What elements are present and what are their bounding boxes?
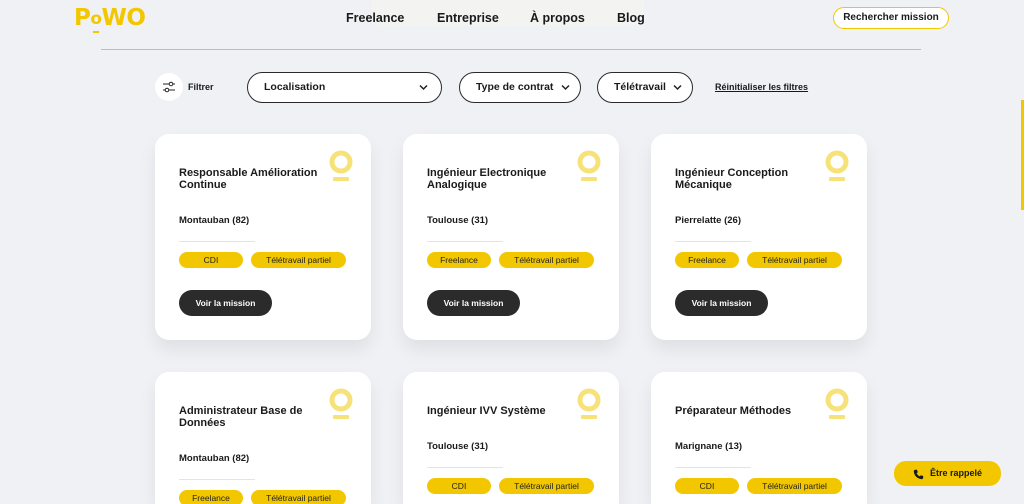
sliders-icon: [163, 81, 175, 93]
job-location: Toulouse (31): [427, 441, 489, 452]
job-tags: CDI Télétravail partiel: [427, 478, 594, 494]
job-tags: Freelance Télétravail partiel: [179, 490, 346, 504]
nav-blog[interactable]: Blog: [617, 11, 645, 25]
job-title: Ingénieur Electronique Analogique: [427, 167, 547, 191]
job-tags: CDI Télétravail partiel: [179, 252, 346, 268]
nav-a-propos[interactable]: À propos: [530, 11, 585, 25]
job-card[interactable]: Ingénieur IVV Système Toulouse (31) CDI …: [403, 372, 619, 504]
remote-badge: Télétravail partiel: [251, 252, 346, 268]
location-select[interactable]: Localisation: [247, 72, 442, 103]
remote-badge: Télétravail partiel: [499, 252, 594, 268]
remote-select[interactable]: Télétravail: [597, 72, 693, 103]
filter-toggle-button[interactable]: [155, 73, 183, 101]
powo-o-icon: [825, 150, 849, 181]
contract-badge: CDI: [675, 478, 739, 494]
card-divider: [179, 241, 255, 242]
reset-filters-link[interactable]: Réinitialiser les filtres: [715, 82, 808, 92]
powo-o-icon: [329, 388, 353, 419]
job-title: Responsable Amélioration Continue: [179, 167, 318, 191]
view-mission-button[interactable]: Voir la mission: [427, 290, 520, 316]
job-tags: Freelance Télétravail partiel: [675, 252, 842, 268]
search-mission-button[interactable]: Rechercher mission: [833, 7, 949, 29]
contract-badge: CDI: [427, 478, 491, 494]
powo-o-icon: [577, 150, 601, 181]
call-back-button[interactable]: Être rappelé: [894, 461, 1001, 486]
remote-badge: Télétravail partiel: [251, 490, 346, 504]
job-title: Ingénieur Conception Mécanique: [675, 167, 789, 191]
nav-background: [372, 0, 644, 26]
job-title: Administrateur Base de Données: [179, 405, 303, 429]
contract-badge: Freelance: [179, 490, 243, 504]
contract-badge: Freelance: [427, 252, 491, 268]
card-divider: [427, 241, 503, 242]
contract-badge: Freelance: [675, 252, 739, 268]
nav-entreprise[interactable]: Entreprise: [437, 11, 499, 25]
header-divider: [101, 49, 921, 50]
contract-type-select[interactable]: Type de contrat: [459, 72, 581, 103]
powo-logo[interactable]: PoWO: [74, 5, 146, 33]
job-card[interactable]: Responsable Amélioration Continue Montau…: [155, 134, 371, 340]
remote-badge: Télétravail partiel: [747, 252, 842, 268]
filter-label: Filtrer: [188, 82, 214, 92]
job-card[interactable]: Ingénieur Electronique Analogique Toulou…: [403, 134, 619, 340]
view-mission-button[interactable]: Voir la mission: [179, 290, 272, 316]
job-tags: Freelance Télétravail partiel: [427, 252, 594, 268]
card-divider: [427, 467, 503, 468]
job-tags: CDI Télétravail partiel: [675, 478, 842, 494]
job-card[interactable]: Ingénieur Conception Mécanique Pierrelat…: [651, 134, 867, 340]
filter-bar: Filtrer Localisation Type de contrat Tél…: [0, 72, 1024, 104]
remote-badge: Télétravail partiel: [747, 478, 842, 494]
job-card[interactable]: Administrateur Base de Données Montauban…: [155, 372, 371, 504]
job-title: Préparateur Méthodes: [675, 405, 792, 417]
chevron-down-icon: [561, 84, 570, 91]
job-card[interactable]: Préparateur Méthodes Marignane (13) CDI …: [651, 372, 867, 504]
powo-o-icon: [329, 150, 353, 181]
job-location: Montauban (82): [179, 215, 250, 226]
contract-badge: CDI: [179, 252, 243, 268]
job-location: Toulouse (31): [427, 215, 489, 226]
job-location: Pierrelatte (26): [675, 215, 742, 226]
location-select-label: Localisation: [264, 81, 326, 93]
site-header: PoWO Freelance Entreprise À propos Blog …: [0, 0, 1024, 40]
powo-o-icon: [825, 388, 849, 419]
call-back-label: Être rappelé: [930, 468, 983, 478]
remote-badge: Télétravail partiel: [499, 478, 594, 494]
contract-type-select-label: Type de contrat: [476, 81, 554, 93]
nav-freelance[interactable]: Freelance: [346, 11, 404, 25]
powo-o-icon: [577, 388, 601, 419]
job-title: Ingénieur IVV Système: [427, 405, 546, 417]
phone-icon: [913, 469, 924, 480]
job-location: Montauban (82): [179, 453, 250, 464]
card-divider: [179, 479, 255, 480]
job-location: Marignane (13): [675, 441, 743, 452]
chevron-down-icon: [673, 84, 682, 91]
card-divider: [675, 241, 751, 242]
card-divider: [675, 467, 751, 468]
remote-select-label: Télétravail: [614, 81, 666, 93]
chevron-down-icon: [419, 84, 428, 91]
view-mission-button[interactable]: Voir la mission: [675, 290, 768, 316]
